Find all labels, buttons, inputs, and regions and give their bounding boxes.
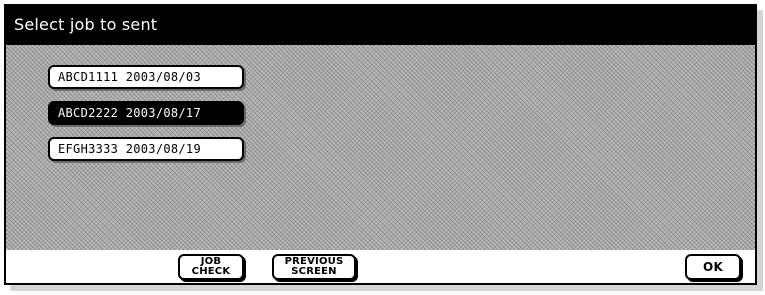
job-list: ABCD1111 2003/08/03 ABCD2222 2003/08/17 … [48, 65, 244, 173]
job-item[interactable]: ABCD1111 2003/08/03 [48, 65, 244, 89]
job-item[interactable]: EFGH3333 2003/08/19 [48, 137, 244, 161]
previous-screen-button[interactable]: PREVIOUS SCREEN [272, 254, 356, 280]
job-list-area: ABCD1111 2003/08/03 ABCD2222 2003/08/17 … [6, 44, 755, 256]
ok-button[interactable]: OK [685, 254, 741, 280]
button-bar: JOB CHECK PREVIOUS SCREEN OK [6, 250, 755, 283]
job-select-dialog: Select job to sent ABCD1111 2003/08/03 A… [4, 4, 757, 285]
dialog-title: Select job to sent [6, 6, 755, 44]
job-item-selected[interactable]: ABCD2222 2003/08/17 [48, 101, 244, 125]
job-check-button[interactable]: JOB CHECK [178, 254, 244, 280]
previous-screen-label-line2: SCREEN [291, 266, 337, 277]
job-check-label-line2: CHECK [191, 266, 231, 277]
ok-label: OK [703, 260, 723, 274]
